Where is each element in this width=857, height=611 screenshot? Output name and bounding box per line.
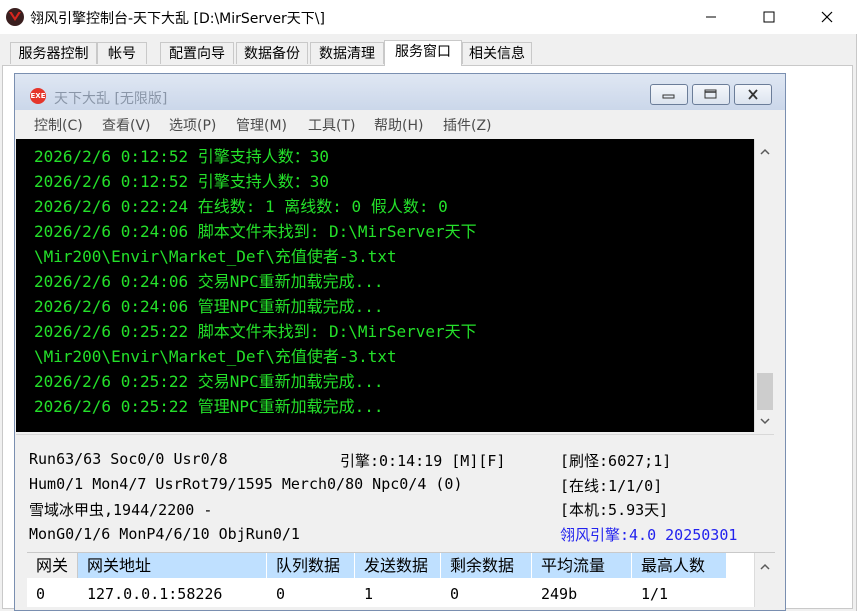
close-button[interactable] [798, 0, 856, 34]
chevron-up-icon [760, 148, 770, 155]
tab-service-window[interactable]: 服务窗口 [384, 40, 462, 66]
column-header-remaining[interactable]: 剩余数据 [441, 553, 532, 578]
menu-options[interactable]: 选项(P) [169, 115, 216, 135]
chevron-down-icon [760, 417, 770, 424]
table-cell: 0 [450, 585, 460, 603]
child-window-title: 天下大乱 [无限版] [54, 91, 168, 107]
tab-data-backup[interactable]: 数据备份 [236, 42, 308, 64]
log-line: 2026/2/6 0:24:06 脚本文件未找到: D:\MirServer天下 [34, 222, 477, 241]
log-line: 2026/2/6 0:12:52 引擎支持人数：30 [34, 144, 329, 169]
title-bar: 翎风引擎控制台-天下大乱 [D:\MirServer天下\] [0, 0, 857, 34]
menu-control[interactable]: 控制(C) [34, 115, 83, 135]
log-line: 2026/2/6 0:22:24 在线数: 1 离线数: 0 假人数: 0 [34, 197, 448, 216]
tab-strip: 服务器控制 帐号 配置向导 数据备份 数据清理 服务窗口 相关信息 [0, 40, 857, 66]
app-logo-icon [6, 8, 24, 26]
menu-plugins[interactable]: 插件(Z) [443, 115, 492, 135]
menu-tools[interactable]: 工具(T) [308, 115, 355, 135]
table-scrollbar[interactable] [754, 553, 775, 607]
status-local: [本机:5.93天] [560, 501, 669, 519]
menu-view[interactable]: 查看(V) [102, 115, 151, 135]
exe-icon: EXE [30, 88, 46, 104]
minimize-button[interactable] [682, 0, 740, 34]
log-line: 2026/2/6 0:24:06 交易NPC重新加载完成... [34, 272, 384, 291]
close-icon [748, 89, 758, 100]
minimize-icon [662, 94, 675, 98]
child-minimize-button[interactable] [650, 84, 688, 105]
log-line-text: 2026/2/6 0:12:52 引擎支持人数：30 [34, 147, 330, 166]
child-title-bar: EXE 天下大乱 [无限版] [15, 74, 785, 110]
table-cell: 0 [276, 585, 286, 603]
log-line: 2026/2/6 0:12:52 引擎支持人数：30 [34, 169, 329, 194]
column-header-address[interactable]: 网关地址 [78, 553, 267, 578]
maximize-button[interactable] [740, 0, 798, 34]
tab-config-wizard[interactable]: 配置向导 [160, 42, 234, 64]
restore-icon [704, 89, 717, 99]
column-header-gateway[interactable]: 网关 [27, 553, 78, 578]
status-version: 翎风引擎:4.0 20250301 [560, 526, 738, 544]
status-panel: Run63/63 Soc0/0 Usr0/8 引擎:0:14:19 [M][F]… [16, 434, 774, 555]
status-engine-uptime: 引擎:0:14:19 [M][F] [340, 452, 506, 470]
menu-manage[interactable]: 管理(M) [236, 115, 287, 135]
table-cell: 0 [36, 585, 46, 603]
log-line-text: 2026/2/6 0:12:52 引擎支持人数：30 [34, 172, 330, 191]
status-hum: Hum0/1 Mon4/7 UsrRot79/1595 Merch0/80 Np… [29, 475, 463, 493]
status-refresh-monsters: [刷怪:6027;1] [560, 452, 672, 470]
log-line: 2026/2/6 0:24:06 管理NPC重新加载完成... [34, 297, 384, 316]
column-header-queue[interactable]: 队列数据 [267, 553, 355, 578]
menu-help[interactable]: 帮助(H) [374, 115, 423, 135]
tab-data-cleanup[interactable]: 数据清理 [310, 42, 384, 64]
table-cell: 1 [364, 585, 374, 603]
log-output[interactable]: 2026/2/6 0:12:52 引擎支持人数：30 2026/2/6 0:12… [16, 139, 754, 432]
window-title: 翎风引擎控制台-天下大乱 [D:\MirServer天下\] [30, 11, 325, 27]
column-header-max-users[interactable]: 最高人数 [632, 553, 727, 578]
scroll-thumb[interactable] [757, 373, 773, 410]
status-run: Run63/63 Soc0/0 Usr0/8 [29, 450, 228, 468]
close-icon [821, 11, 833, 23]
log-line: 2026/2/6 0:25:22 脚本文件未找到: D:\MirServer天下 [34, 322, 477, 341]
table-cell: 249b [541, 585, 578, 603]
main-window: 翎风引擎控制台-天下大乱 [D:\MirServer天下\] 服务器控制 帐号 … [0, 0, 857, 611]
tab-server-control[interactable]: 服务器控制 [10, 42, 97, 64]
table-cell: 127.0.0.1:58226 [87, 585, 223, 603]
log-line: \Mir200\Envir\Market_Def\充值使者-3.txt [34, 347, 397, 366]
child-restore-button[interactable] [692, 84, 730, 105]
scroll-down-arrow[interactable] [755, 411, 775, 431]
tab-account[interactable]: 帐号 [97, 42, 147, 64]
minimize-icon [706, 16, 716, 18]
column-header-sent[interactable]: 发送数据 [355, 553, 441, 578]
chevron-up-icon [760, 563, 770, 570]
tab-related-info[interactable]: 相关信息 [462, 42, 532, 64]
table-cell: 1/1 [641, 585, 669, 603]
status-online: [在线:1/1/0] [560, 477, 663, 495]
child-menu-bar: 控制(C) 查看(V) 选项(P) 管理(M) 工具(T) 帮助(H) 插件(Z… [15, 112, 785, 136]
status-map-monster: 雪域冰甲虫,1944/2200 - [29, 501, 213, 519]
column-header-avg-traffic[interactable]: 平均流量 [532, 553, 632, 578]
log-line: \Mir200\Envir\Market_Def\充值使者-3.txt [34, 247, 397, 266]
log-line: 2026/2/6 0:25:22 管理NPC重新加载完成... [34, 397, 384, 416]
scroll-up-arrow[interactable] [755, 141, 775, 161]
status-mon: MonG0/1/6 MonP4/6/10 ObjRun0/1 [29, 525, 300, 543]
gateway-table: 网关 网关地址 队列数据 发送数据 剩余数据 平均流量 最高人数 0 127.0… [27, 552, 775, 607]
scroll-up-arrow[interactable] [755, 556, 775, 576]
log-line: 2026/2/6 0:25:22 交易NPC重新加载完成... [34, 372, 384, 391]
maximize-icon [763, 11, 775, 23]
child-close-button[interactable] [734, 84, 772, 105]
log-scrollbar[interactable] [754, 139, 775, 432]
